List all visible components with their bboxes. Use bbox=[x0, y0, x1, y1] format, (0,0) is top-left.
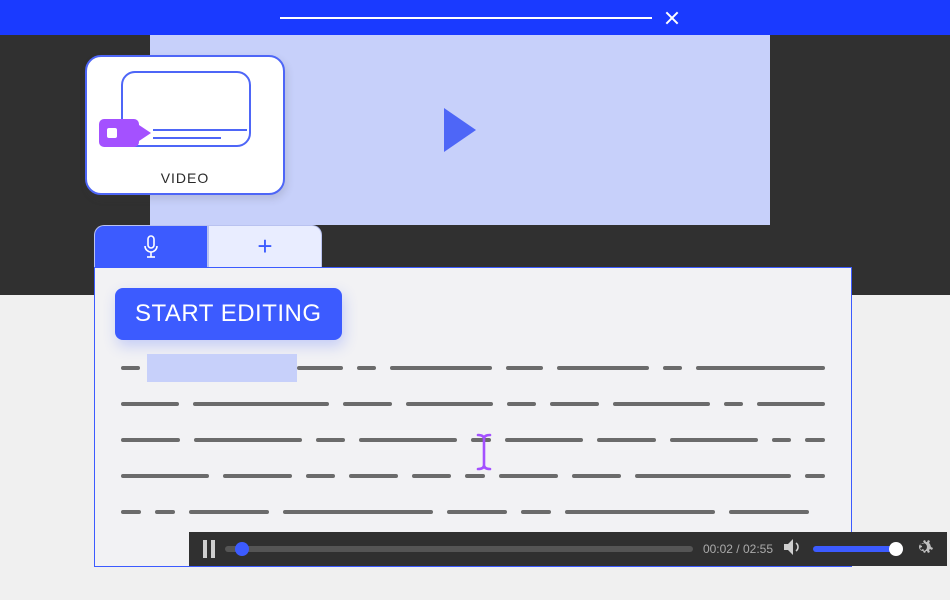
tab-microphone[interactable] bbox=[94, 225, 208, 267]
topbar-divider bbox=[280, 17, 652, 19]
editor-tabs: + bbox=[94, 225, 322, 267]
seek-handle[interactable] bbox=[235, 542, 249, 556]
tab-add[interactable]: + bbox=[208, 225, 322, 267]
seek-slider[interactable] bbox=[225, 546, 693, 552]
thumbnail-line bbox=[153, 137, 221, 139]
start-editing-button[interactable]: START EDITING bbox=[115, 288, 342, 340]
pause-icon[interactable] bbox=[203, 540, 215, 558]
text-selection-highlight bbox=[147, 354, 297, 382]
microphone-icon bbox=[142, 235, 160, 259]
thumbnail-line bbox=[153, 129, 247, 131]
transcript-text-placeholder bbox=[121, 366, 825, 546]
close-icon[interactable] bbox=[664, 10, 680, 26]
video-label: VIDEO bbox=[87, 170, 283, 186]
video-camera-icon bbox=[99, 119, 139, 147]
video-player-bar: 00:02 / 02:55 bbox=[189, 532, 947, 566]
start-editing-label: START EDITING bbox=[135, 300, 322, 327]
volume-slider[interactable] bbox=[813, 546, 903, 552]
gear-icon[interactable] bbox=[913, 537, 933, 562]
time-display: 00:02 / 02:55 bbox=[703, 542, 773, 556]
video-thumbnail-card[interactable]: VIDEO bbox=[85, 55, 285, 195]
text-cursor-icon bbox=[475, 433, 493, 471]
plus-icon: + bbox=[257, 231, 272, 262]
transcript-editor[interactable]: START EDITING 00:02 / 02:55 bbox=[94, 267, 852, 567]
volume-icon[interactable] bbox=[783, 538, 803, 561]
play-icon[interactable] bbox=[444, 108, 476, 152]
window-topbar bbox=[0, 0, 950, 35]
